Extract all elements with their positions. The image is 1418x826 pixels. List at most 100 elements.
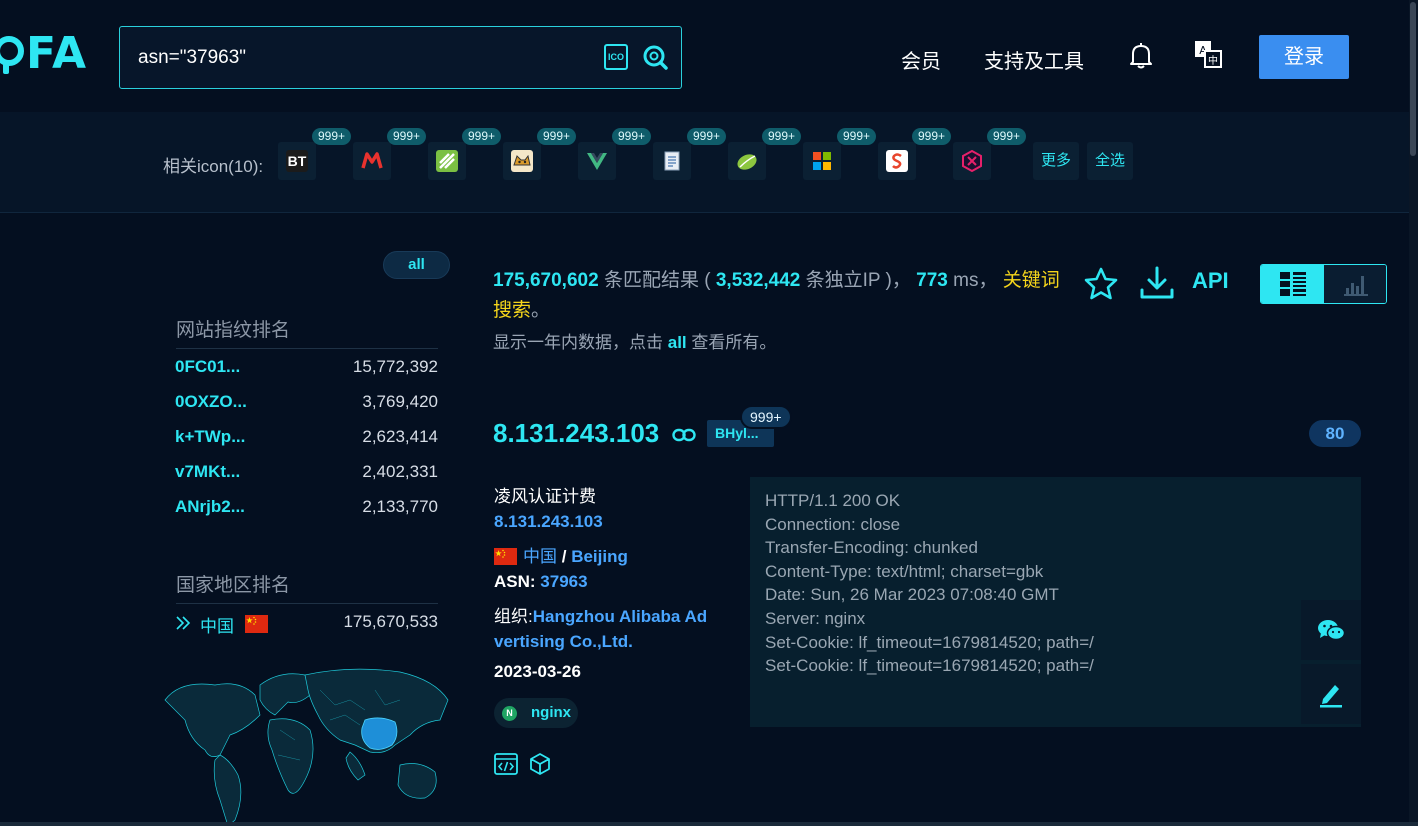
china-flag-icon: [245, 615, 268, 633]
list-view-button[interactable]: [1261, 265, 1324, 303]
more-icons-button[interactable]: 更多: [1033, 142, 1080, 180]
all-filter-button[interactable]: all: [383, 251, 450, 279]
fingerprint-row[interactable]: 0FC01... 15,772,392: [175, 357, 438, 381]
period: 。: [531, 300, 551, 321]
search-icon[interactable]: [642, 44, 668, 70]
related-icon-s-logo[interactable]: 999+: [878, 128, 952, 180]
hint-prefix: 显示一年内数据，点击: [493, 333, 663, 352]
location: 中国 / Beijing: [494, 542, 628, 567]
org-link-line1[interactable]: Hangzhou Alibaba Ad: [533, 607, 707, 626]
fingerprint-row[interactable]: ANrjb2... 2,133,770: [175, 497, 438, 521]
time-suffix: ms，: [953, 270, 998, 291]
fingerprint-name: 0OXZO...: [175, 392, 247, 411]
total-count: 175,670,602: [493, 270, 599, 291]
hint-suffix: 查看所有。: [691, 333, 777, 352]
asn-link[interactable]: 37963: [540, 572, 587, 591]
site-title: 凌风认证计费: [494, 487, 596, 506]
icon-search-button[interactable]: ICO: [604, 44, 628, 70]
banner-line: Date: Sun, 26 Mar 2023 07:08:40 GMT: [765, 585, 1059, 605]
related-icon-document[interactable]: 999+: [653, 128, 727, 180]
login-button[interactable]: 登录: [1259, 35, 1349, 79]
result-stats: 175,670,602 条匹配结果 ( 3,532,442 条独立IP )， 7…: [493, 266, 1073, 326]
bar-chart-icon: [1344, 276, 1368, 296]
fingerprint-name: v7MKt...: [175, 462, 241, 481]
related-icons-label: 相关icon(10):: [163, 157, 264, 176]
icon-count-badge: 999+: [312, 128, 352, 145]
hint-all-link[interactable]: all: [668, 333, 687, 352]
related-icon-tomcat[interactable]: 999+: [503, 128, 577, 180]
star-icon[interactable]: [1083, 266, 1119, 302]
world-map[interactable]: [160, 660, 450, 826]
hexagon-icon: [962, 150, 982, 172]
fingerprint-count: 15,772,392: [352, 357, 438, 376]
select-all-button[interactable]: 全选: [1087, 142, 1134, 180]
icon-count-badge: 999+: [387, 128, 427, 145]
logo-ring-icon: [0, 36, 24, 74]
icon-count-badge: 999+: [762, 128, 802, 145]
fingerprint-name: ANrjb2...: [175, 497, 245, 516]
list-view-icon: [1280, 272, 1306, 296]
fingerprint-name: k+TWp...: [175, 427, 246, 446]
feedback-edit-button[interactable]: [1301, 664, 1361, 724]
bell-icon[interactable]: [1128, 42, 1154, 70]
org-link-line2[interactable]: vertising Co.,Ltd.: [494, 632, 633, 651]
edit-icon: [1320, 685, 1342, 708]
nav-support-tools[interactable]: 支持及工具: [984, 45, 1084, 74]
fingerprint-row[interactable]: v7MKt... 2,402,331: [175, 462, 438, 486]
view-toggle: [1260, 264, 1387, 304]
cube-icon[interactable]: [529, 752, 551, 776]
link-icon[interactable]: [672, 428, 696, 442]
server-tag-label: nginx: [531, 704, 571, 721]
document-icon: [664, 151, 680, 171]
http-response-banner: HTTP/1.1 200 OK Connection: close Transf…: [750, 477, 1361, 727]
related-icon-bt[interactable]: BT 999+: [278, 128, 352, 180]
wechat-icon: [1318, 620, 1345, 641]
wechat-button[interactable]: [1301, 600, 1361, 660]
location-separator: /: [561, 547, 567, 566]
color-squares-icon: [813, 152, 831, 170]
translate-icon[interactable]: A 中: [1194, 40, 1222, 68]
total-suffix: 条匹配结果 (: [603, 270, 711, 291]
china-flag-icon: [494, 548, 517, 565]
divider: [176, 603, 438, 604]
nav-membership[interactable]: 会员: [901, 45, 941, 74]
fingerprint-count: 2,623,414: [362, 427, 438, 446]
chart-view-button[interactable]: [1324, 265, 1386, 303]
double-chevron-right-icon: [176, 616, 191, 630]
banner-line: Set-Cookie: lf_timeout=1679814520; path=…: [765, 632, 1094, 652]
banner-line: HTTP/1.1 200 OK: [765, 491, 901, 510]
asn-label: ASN:: [494, 572, 536, 591]
country-link[interactable]: 中国: [523, 547, 557, 566]
result-ip-title[interactable]: 8.131.243.103: [493, 418, 659, 449]
org-line-2: vertising Co.,Ltd.: [494, 632, 633, 652]
api-button[interactable]: API: [1192, 268, 1229, 294]
search-input[interactable]: [138, 45, 578, 71]
m-logo-icon: [361, 152, 383, 169]
related-icon-m[interactable]: 999+: [353, 128, 427, 180]
related-icon-spring[interactable]: 999+: [728, 128, 802, 180]
tomcat-icon: [511, 150, 533, 172]
logo-text: FA: [26, 28, 88, 79]
server-tag-nginx[interactable]: N nginx: [494, 698, 578, 728]
scrollbar-thumb[interactable]: [1410, 2, 1416, 156]
code-icon[interactable]: [494, 753, 518, 775]
related-icon-vue[interactable]: 999+: [578, 128, 652, 180]
icon-count-badge: 999+: [987, 128, 1027, 145]
fingerprint-row[interactable]: k+TWp... 2,623,414: [175, 427, 438, 451]
org-label: 组织:: [494, 607, 533, 626]
banner-line: Connection: close: [765, 514, 901, 534]
fingerprint-count: 3,769,420: [362, 392, 438, 411]
related-icon-hex[interactable]: 999+: [953, 128, 1027, 180]
port-badge[interactable]: 80: [1309, 420, 1361, 447]
download-icon[interactable]: [1138, 264, 1176, 302]
fofa-logo[interactable]: FA: [0, 28, 87, 79]
nginx-icon: N: [502, 706, 517, 721]
ip-link[interactable]: 8.131.243.103: [494, 512, 603, 532]
related-icon-squares[interactable]: 999+: [803, 128, 877, 180]
country-row-china[interactable]: 中国 175,670,533: [175, 611, 438, 637]
divider: [176, 348, 438, 349]
city-link[interactable]: Beijing: [571, 547, 628, 566]
related-icon-leaf-green[interactable]: 999+: [428, 128, 502, 180]
update-date: 2023-03-26: [494, 662, 581, 681]
fingerprint-row[interactable]: 0OXZO... 3,769,420: [175, 392, 438, 416]
